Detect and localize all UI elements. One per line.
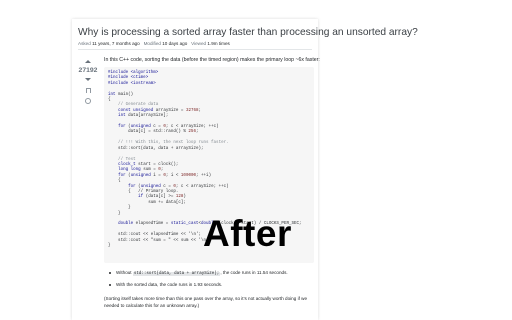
- post-note: (Sorting itself takes more time than thi…: [104, 296, 308, 308]
- history-icon[interactable]: [85, 98, 91, 104]
- upvote-icon[interactable]: [85, 60, 91, 63]
- code-line: #include <algorithm>: [108, 71, 159, 75]
- result-list: Without std::sort(data, data + arraySize…: [108, 270, 288, 293]
- code-line: std::sort(data, data + arraySize);: [118, 146, 204, 151]
- code-line: for (unsigned c = 0; c < arraySize; ++c): [118, 125, 219, 130]
- bullet2-text: With the sorted data, the code runs in 1…: [116, 282, 223, 287]
- code-line: data[c] = std::rand() % 256;: [108, 130, 199, 135]
- code-line: // Test: [108, 157, 136, 162]
- code-line: }: [128, 206, 131, 211]
- code-line: { // Primary loop.: [128, 189, 179, 194]
- code-line: for (unsigned c = 0; c < arraySize; ++c): [128, 184, 229, 189]
- inline-code: std::sort(data, data + arraySize);: [132, 272, 221, 276]
- bookmark-icon[interactable]: [85, 88, 91, 93]
- viewed-value: 1.9m times: [207, 41, 230, 46]
- code-line: const unsigned arraySize = 32768;: [118, 108, 202, 113]
- code-line: #include <ctime>: [108, 76, 149, 81]
- code-line: clock_t start = clock();: [118, 162, 179, 167]
- question-meta: Asked 11 years, 7 months ago Modified 10…: [78, 41, 230, 46]
- bullet1-post: , the code runs in 11.54 seconds.: [220, 270, 288, 275]
- code-line: }: [118, 211, 121, 216]
- asked-value: 11 years, 7 months ago: [92, 41, 140, 46]
- after-overlay-label: After: [203, 213, 292, 254]
- code-line: int main(): [108, 92, 134, 97]
- code-line: // !!! With this, the next loop runs fas…: [108, 141, 229, 146]
- modified-label: Modified: [143, 41, 161, 46]
- code-line: // Generate data: [108, 103, 159, 108]
- code-line: for (unsigned i = 0; i < 100000; ++i): [118, 173, 212, 178]
- downvote-icon[interactable]: [85, 78, 91, 81]
- code-line: if (data[c] >= 128): [138, 195, 186, 200]
- vote-cell: 27192: [78, 60, 98, 104]
- list-item: With the sorted data, the code runs in 1…: [108, 282, 288, 287]
- viewed-label: Viewed: [191, 41, 207, 46]
- code-line: int data[arraySize];: [118, 114, 169, 119]
- question-title[interactable]: Why is processing a sorted array faster …: [78, 27, 418, 39]
- vote-count: 27192: [78, 67, 98, 74]
- post-intro: In this C++ code, sorting the data (befo…: [104, 57, 320, 63]
- title-divider: [78, 49, 312, 50]
- list-item: Without std::sort(data, data + arraySize…: [108, 270, 288, 276]
- modified-value[interactable]: 10 days ago: [162, 41, 187, 46]
- asked-label: Asked: [78, 41, 91, 46]
- code-line: #include <iostream>: [108, 81, 156, 86]
- code-line: }: [108, 244, 111, 248]
- code-line: {: [108, 98, 111, 103]
- code-line: std::cout << elapsedTime << '\n';: [118, 233, 201, 238]
- code-line: sum += data[c];: [148, 200, 186, 205]
- bullet1-pre: Without: [116, 270, 133, 275]
- code-line: {: [118, 179, 121, 184]
- code-line: long long sum = 0;: [118, 168, 164, 173]
- code-line: std::cout << "sum = " << sum << '\n';: [118, 238, 212, 243]
